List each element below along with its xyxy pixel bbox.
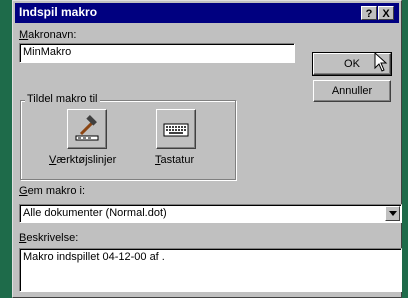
dropdown-arrow[interactable] xyxy=(385,206,400,221)
cancel-button[interactable]: Annuller xyxy=(313,80,391,102)
store-in-dropdown[interactable]: Alle dokumenter (Normal.dot) xyxy=(19,204,402,223)
hammer-toolbar-icon xyxy=(75,115,99,141)
description-value: Makro indspillet 04-12-00 af . xyxy=(23,251,165,263)
assign-macro-group xyxy=(20,100,236,180)
store-in-label: Gem makro i: xyxy=(19,185,86,197)
mouse-pointer-icon xyxy=(374,52,388,72)
macro-name-value: MinMakro xyxy=(23,46,72,58)
macro-name-label: Makronavn: xyxy=(19,29,77,41)
close-button[interactable]: X xyxy=(378,6,394,20)
keyboard-button[interactable] xyxy=(156,109,196,149)
help-button[interactable]: ? xyxy=(361,6,377,20)
record-macro-dialog: Indspil makro ? X Makronavn: MinMakro OK… xyxy=(12,0,402,298)
window-title: Indspil makro xyxy=(19,5,98,19)
toolbars-button[interactable] xyxy=(67,109,107,149)
background-left xyxy=(0,0,12,298)
keyboard-label: Tastatur xyxy=(155,154,195,166)
title-bar[interactable]: Indspil makro ? X xyxy=(15,3,399,23)
toolbars-label: Værktøjslinjer xyxy=(49,154,117,166)
keyboard-icon xyxy=(163,123,189,137)
description-label: Beskrivelse: xyxy=(19,232,79,244)
background-right xyxy=(402,0,408,298)
assign-macro-legend: Tildel makro til xyxy=(25,93,100,105)
store-in-value: Alle dokumenter (Normal.dot) xyxy=(23,207,167,219)
macro-name-input[interactable]: MinMakro xyxy=(19,43,295,63)
description-textarea[interactable]: Makro indspillet 04-12-00 af . xyxy=(19,248,402,292)
chevron-down-icon xyxy=(389,211,397,216)
